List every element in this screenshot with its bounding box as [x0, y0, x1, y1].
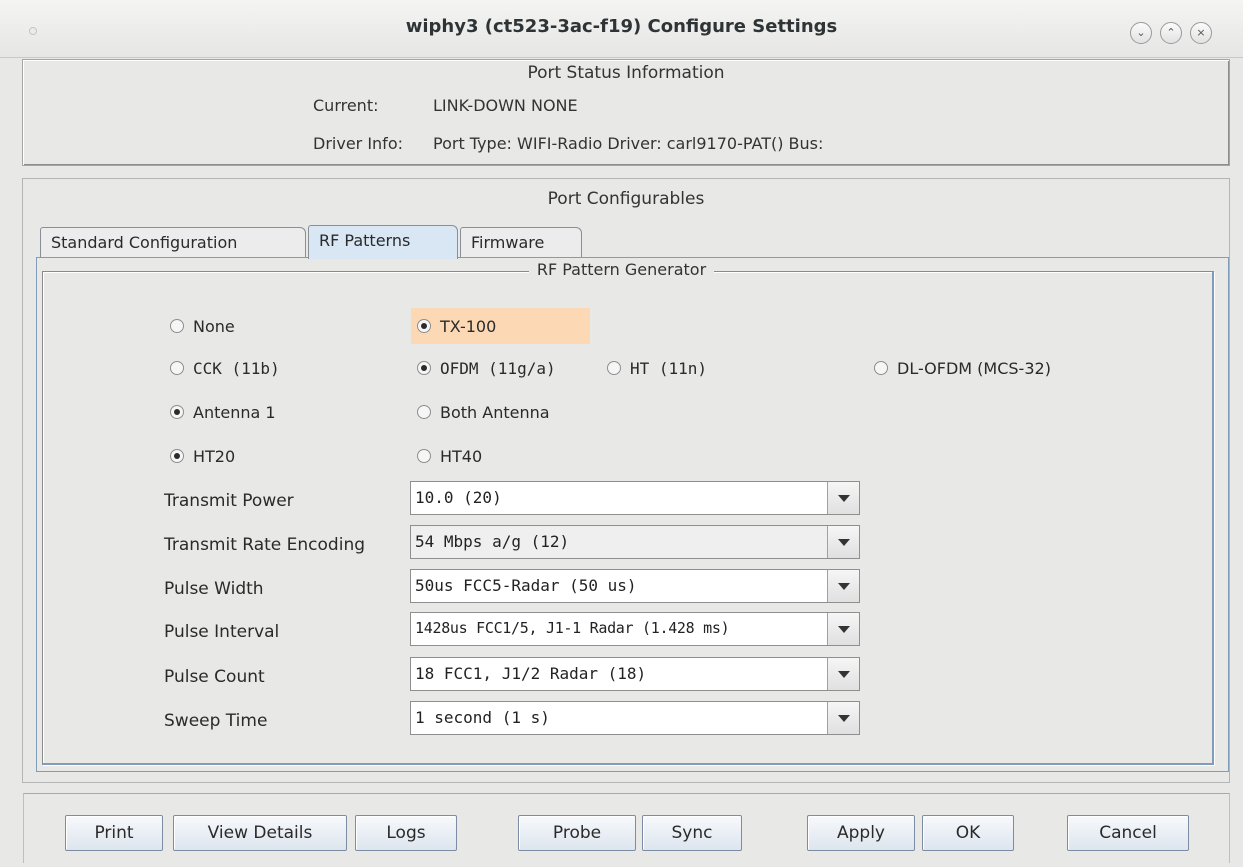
- radio-none-dot[interactable]: [170, 319, 184, 333]
- sync-button[interactable]: Sync: [642, 815, 742, 851]
- chevron-down-icon[interactable]: [827, 482, 859, 514]
- pulse-width-label: Pulse Width: [164, 579, 264, 599]
- radio-none-label: None: [193, 316, 235, 336]
- radio-dl-ofdm-dot[interactable]: [874, 361, 888, 375]
- radio-ht20-dot[interactable]: [170, 449, 184, 463]
- transmit-power-label: Transmit Power: [164, 491, 294, 511]
- radio-dl-ofdm-label: DL-OFDM (MCS-32): [897, 358, 1051, 378]
- pulse-width-select[interactable]: 50us FCC5-Radar (50 us): [410, 569, 860, 603]
- current-value: LINK-DOWN NONE: [433, 96, 578, 115]
- transmit-power-select[interactable]: 10.0 (20): [410, 481, 860, 515]
- window-title: wiphy3 (ct523-3ac-f19) Configure Setting…: [405, 16, 838, 37]
- pulse-interval-value: 1428us FCC1/5, J1-1 Radar (1.428 ms): [415, 619, 730, 637]
- port-status-title: Port Status Information: [527, 63, 725, 83]
- chevron-down-icon[interactable]: [827, 526, 859, 558]
- tab-rf-patterns[interactable]: RF Patterns: [308, 225, 458, 259]
- radio-tx-100[interactable]: TX-100: [411, 308, 590, 344]
- radio-tx-100-label: TX-100: [440, 316, 497, 336]
- sweep-time-label: Sweep Time: [164, 711, 268, 731]
- chevron-down-icon[interactable]: [827, 702, 859, 734]
- radio-ofdm[interactable]: OFDM (11g/a): [411, 350, 556, 386]
- tab-firmware[interactable]: Firmware: [460, 227, 582, 259]
- radio-ht-dot[interactable]: [607, 361, 621, 375]
- radio-ht40[interactable]: HT40: [411, 438, 482, 474]
- minimize-icon[interactable]: ⌄: [1130, 22, 1152, 44]
- pulse-interval-select[interactable]: 1428us FCC1/5, J1-1 Radar (1.428 ms): [410, 612, 860, 646]
- driver-info-label: Driver Info:: [313, 134, 403, 153]
- transmit-rate-encoding-label: Transmit Rate Encoding: [164, 535, 366, 555]
- title-bar: wiphy3 (ct523-3ac-f19) Configure Setting…: [0, 0, 1243, 58]
- chevron-down-icon[interactable]: [827, 613, 859, 645]
- radio-ht-label: HT (11n): [630, 358, 708, 378]
- transmit-rate-encoding-value: 54 Mbps a/g (12): [415, 532, 570, 551]
- radio-ofdm-label: OFDM (11g/a): [440, 358, 556, 378]
- pulse-count-value: 18 FCC1, J1/2 Radar (18): [415, 664, 647, 683]
- transmit-power-value: 10.0 (20): [415, 488, 502, 507]
- radio-ht20[interactable]: HT20: [164, 438, 235, 474]
- sweep-time-value: 1 second (1 s): [415, 708, 550, 727]
- view-details-button[interactable]: View Details: [173, 815, 347, 851]
- driver-info-value: Port Type: WIFI-Radio Driver: carl9170-P…: [433, 134, 824, 153]
- probe-button[interactable]: Probe: [518, 815, 636, 851]
- print-button[interactable]: Print: [65, 815, 163, 851]
- close-icon[interactable]: ×: [1190, 22, 1212, 44]
- radio-cck-label: CCK (11b): [193, 358, 280, 378]
- radio-antenna-1[interactable]: Antenna 1: [164, 394, 276, 430]
- radio-both-antenna-label: Both Antenna: [440, 402, 550, 422]
- pulse-count-select[interactable]: 18 FCC1, J1/2 Radar (18): [410, 657, 860, 691]
- radio-antenna-1-dot[interactable]: [170, 405, 184, 419]
- radio-ht40-dot[interactable]: [417, 449, 431, 463]
- maximize-icon[interactable]: ⌃: [1160, 22, 1182, 44]
- radio-dl-ofdm[interactable]: DL-OFDM (MCS-32): [868, 350, 1051, 386]
- sweep-time-select[interactable]: 1 second (1 s): [410, 701, 860, 735]
- radio-ofdm-dot[interactable]: [417, 361, 431, 375]
- port-status-panel: Port Status Information Current: LINK-DO…: [22, 59, 1230, 166]
- radio-cck[interactable]: CCK (11b): [164, 350, 280, 386]
- radio-cck-dot[interactable]: [170, 361, 184, 375]
- chevron-down-icon[interactable]: [827, 658, 859, 690]
- ok-button[interactable]: OK: [922, 815, 1014, 851]
- rf-pattern-generator-title: RF Pattern Generator: [0, 260, 1243, 279]
- pulse-width-value: 50us FCC5-Radar (50 us): [415, 576, 637, 595]
- logs-button[interactable]: Logs: [355, 815, 457, 851]
- radio-none[interactable]: None: [164, 308, 235, 344]
- radio-ht[interactable]: HT (11n): [601, 350, 707, 386]
- radio-antenna-1-label: Antenna 1: [193, 402, 276, 422]
- radio-both-antenna[interactable]: Both Antenna: [411, 394, 550, 430]
- chevron-down-icon[interactable]: [827, 570, 859, 602]
- apply-button[interactable]: Apply: [807, 815, 915, 851]
- port-configurables-title: Port Configurables: [547, 189, 705, 209]
- radio-ht20-label: HT20: [193, 446, 236, 466]
- radio-ht40-label: HT40: [440, 446, 483, 466]
- transmit-rate-encoding-select[interactable]: 54 Mbps a/g (12): [410, 525, 860, 559]
- current-label: Current:: [313, 96, 379, 115]
- tab-standard-configuration[interactable]: Standard Configuration: [40, 227, 306, 259]
- cancel-button[interactable]: Cancel: [1067, 815, 1189, 851]
- radio-tx-100-dot[interactable]: [417, 319, 431, 333]
- pulse-interval-label: Pulse Interval: [164, 622, 280, 642]
- radio-both-antenna-dot[interactable]: [417, 405, 431, 419]
- pulse-count-label: Pulse Count: [164, 667, 265, 687]
